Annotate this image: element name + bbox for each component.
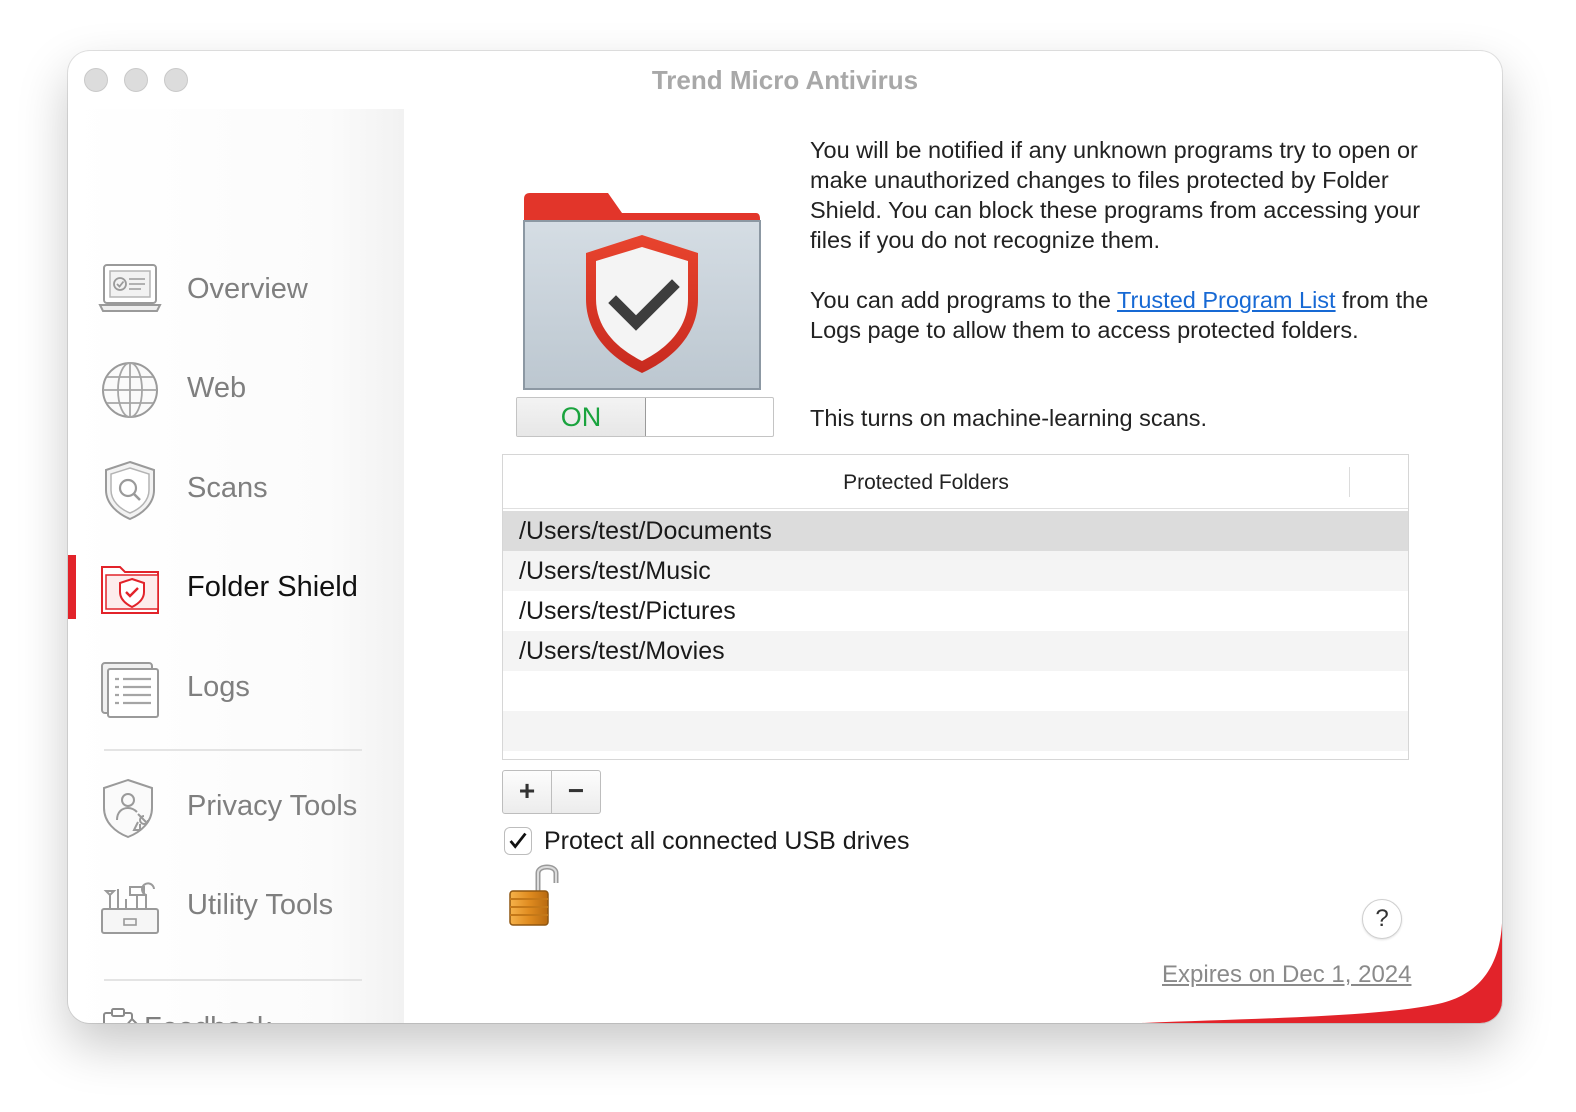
table-row[interactable]: /Users/test/Movies [503,631,1408,671]
sidebar-item-label: Overview [187,273,308,305]
empty-row [503,711,1408,751]
protected-folders-table: Protected Folders /Users/test/Documents … [502,454,1409,760]
sidebar-item-label: Web [187,372,247,404]
folder-list-controls: + − [502,770,602,814]
description-paragraph-2: You can add programs to the Trusted Prog… [810,285,1440,345]
table-row[interactable]: /Users/test/Music [503,551,1408,591]
sidebar-item-folder-shield[interactable]: Folder Shield [68,555,404,623]
folder-shield-hero-icon [523,193,761,390]
usb-protection-label: Protect all connected USB drives [544,827,910,855]
app-window: Trend Micro Antivirus Overview Web Scans… [68,51,1502,1023]
feedback-icon [103,1008,138,1023]
empty-row [503,671,1408,711]
sidebar-item-web[interactable]: Web [68,356,404,424]
column-separator [1349,467,1350,497]
description-paragraph-1: You will be notified if any unknown prog… [810,137,1421,253]
sidebar-item-label: Utility Tools [187,889,334,921]
toggle-on-label: ON [517,398,646,436]
table-row[interactable]: /Users/test/Pictures [503,591,1408,631]
trusted-program-list-link[interactable]: Trusted Program List [1117,287,1336,313]
sidebar-item-label: Privacy Tools [187,790,358,822]
logs-icon [101,662,159,718]
sidebar-item-privacy-tools[interactable]: Privacy Tools [68,774,404,842]
sidebar-divider [104,979,362,981]
unlocked-padlock-icon[interactable] [508,861,562,927]
sidebar-item-label: Scans [187,472,268,504]
brand-corner-swoosh [1142,923,1502,1023]
shield-scan-icon [105,460,155,521]
folder-shield-description: You will be notified if any unknown prog… [810,135,1440,431]
feedback-label: Feedback [144,1012,271,1023]
description-text: You can add programs to the [810,287,1118,313]
sidebar-item-label: Logs [187,671,250,703]
sidebar-divider [104,749,362,751]
sidebar-item-utility-tools[interactable]: Utility Tools [68,873,404,941]
sidebar-item-logs[interactable]: Logs [68,655,404,723]
table-header: Protected Folders [503,455,1408,509]
remove-folder-button[interactable]: − [551,770,601,814]
utility-tools-icon [101,882,159,934]
overview-icon [98,264,162,312]
add-folder-button[interactable]: + [502,770,552,814]
sidebar: Overview Web Scans Folder Shield Logs Pr… [68,109,404,1023]
folder-shield-toggle[interactable]: ON [516,397,774,437]
checkmark-icon [509,832,527,849]
sidebar-item-scans[interactable]: Scans [68,456,404,524]
folder-shield-icon [101,566,159,614]
sidebar-item-overview[interactable]: Overview [68,257,404,325]
privacy-tools-icon [103,778,153,839]
description-paragraph-3: This turns on machine-learning scans. [810,405,1208,431]
title-bar: Trend Micro Antivirus [68,51,1502,109]
window-title: Trend Micro Antivirus [651,65,919,95]
active-indicator [68,555,76,619]
sidebar-item-label: Folder Shield [187,571,358,603]
usb-protection-checkbox[interactable] [504,827,532,855]
globe-icon [102,362,158,418]
table-row[interactable]: /Users/test/Documents [503,511,1408,551]
column-header-protected-folders[interactable]: Protected Folders [503,471,1349,495]
feedback-link[interactable]: Feedback [101,1007,321,1023]
